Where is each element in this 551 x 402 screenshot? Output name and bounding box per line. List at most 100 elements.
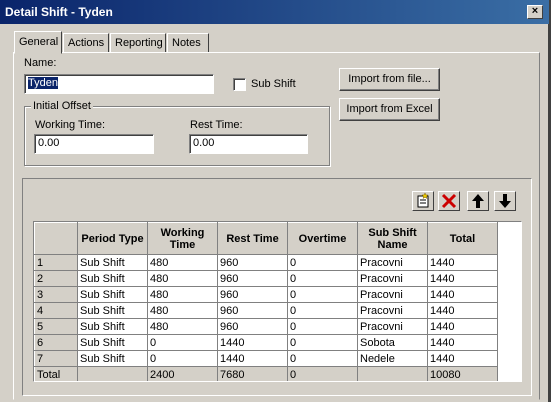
total-cell-period-type <box>77 366 148 381</box>
move-down-button[interactable] <box>494 191 516 211</box>
row-number[interactable]: 7 <box>34 350 78 367</box>
rest-time-input[interactable]: 0.00 <box>189 134 308 154</box>
sub-shift-label: Sub Shift <box>251 78 296 90</box>
working-time-value: 0.00 <box>38 137 60 149</box>
cell-overtime[interactable]: 0 <box>287 286 358 303</box>
delete-icon <box>441 193 457 209</box>
cell-sub-shift-name[interactable]: Pracovni <box>357 254 428 271</box>
cell-sub-shift-name[interactable]: Pracovni <box>357 318 428 335</box>
close-icon: × <box>531 5 539 17</box>
cell-total[interactable]: 1440 <box>427 318 498 335</box>
tab-reporting[interactable]: Reporting <box>110 33 166 53</box>
cell-working[interactable]: 480 <box>147 318 218 335</box>
cell-total[interactable]: 1440 <box>427 334 498 351</box>
cell-period-type[interactable]: Sub Shift <box>77 334 148 351</box>
rest-time-value: 0.00 <box>193 137 215 149</box>
total-row: Total 2400 7680 0 10080 <box>34 366 498 381</box>
cell-overtime[interactable]: 0 <box>287 270 358 287</box>
cell-period-type[interactable]: Sub Shift <box>77 286 148 303</box>
title-bar: Detail Shift - Tyden × <box>0 0 549 24</box>
table-row[interactable]: 6 Sub Shift 0 1440 0 Sobota 1440 <box>34 334 498 351</box>
cell-total[interactable]: 1440 <box>427 286 498 303</box>
cell-total[interactable]: 1440 <box>427 270 498 287</box>
total-cell-rest: 7680 <box>217 366 288 381</box>
cell-total[interactable]: 1440 <box>427 254 498 271</box>
cell-rest[interactable]: 960 <box>217 254 288 271</box>
cell-working[interactable]: 0 <box>147 334 218 351</box>
cell-total[interactable]: 1440 <box>427 302 498 319</box>
table-header-row: Period Type Working Time Rest Time Overt… <box>34 222 498 255</box>
cell-rest[interactable]: 1440 <box>217 350 288 367</box>
cell-working[interactable]: 0 <box>147 350 218 367</box>
new-row-button[interactable] <box>412 191 434 211</box>
cell-overtime[interactable]: 0 <box>287 318 358 335</box>
tab-notes-label: Notes <box>172 37 201 49</box>
column-header-period-type[interactable]: Period Type <box>77 222 148 255</box>
move-up-button[interactable] <box>467 191 489 211</box>
total-cell-sub-shift-name <box>357 366 428 381</box>
column-header-overtime[interactable]: Overtime <box>287 222 358 255</box>
cell-rest[interactable]: 960 <box>217 318 288 335</box>
column-header-sub-shift-name[interactable]: Sub Shift Name <box>357 222 428 255</box>
cell-overtime[interactable]: 0 <box>287 334 358 351</box>
tab-notes[interactable]: Notes <box>167 33 209 53</box>
table-row[interactable]: 1 Sub Shift 480 960 0 Pracovni 1440 <box>34 254 498 271</box>
import-from-file-button[interactable]: Import from file... <box>339 68 440 91</box>
cell-sub-shift-name[interactable]: Sobota <box>357 334 428 351</box>
cell-period-type[interactable]: Sub Shift <box>77 350 148 367</box>
cell-sub-shift-name[interactable]: Pracovni <box>357 270 428 287</box>
cell-rest[interactable]: 960 <box>217 270 288 287</box>
table-row[interactable]: 5 Sub Shift 480 960 0 Pracovni 1440 <box>34 318 498 335</box>
cell-period-type[interactable]: Sub Shift <box>77 302 148 319</box>
table-row[interactable]: 2 Sub Shift 480 960 0 Pracovni 1440 <box>34 270 498 287</box>
column-header-total[interactable]: Total <box>427 222 498 255</box>
tab-general-label: General <box>19 36 59 48</box>
detail-shift-window: Detail Shift - Tyden × General Actions R… <box>0 0 549 402</box>
cell-rest[interactable]: 1440 <box>217 334 288 351</box>
tab-actions[interactable]: Actions <box>63 33 109 53</box>
cell-period-type[interactable]: Sub Shift <box>77 318 148 335</box>
sub-shift-checkbox[interactable] <box>233 78 246 91</box>
total-cell-working: 2400 <box>147 366 218 381</box>
working-time-input[interactable]: 0.00 <box>34 134 154 154</box>
column-header-working-time[interactable]: Working Time <box>147 222 218 255</box>
periods-grid[interactable]: Period Type Working Time Rest Time Overt… <box>33 221 522 382</box>
cell-sub-shift-name[interactable]: Pracovni <box>357 286 428 303</box>
initial-offset-legend: Initial Offset <box>31 100 93 112</box>
table-row[interactable]: 4 Sub Shift 480 960 0 Pracovni 1440 <box>34 302 498 319</box>
name-label: Name: <box>24 57 57 69</box>
move-down-icon <box>499 194 511 208</box>
row-number[interactable]: 4 <box>34 302 78 319</box>
cell-working[interactable]: 480 <box>147 286 218 303</box>
cell-rest[interactable]: 960 <box>217 302 288 319</box>
cell-sub-shift-name[interactable]: Nedele <box>357 350 428 367</box>
row-number[interactable]: 2 <box>34 270 78 287</box>
table-row[interactable]: 3 Sub Shift 480 960 0 Pracovni 1440 <box>34 286 498 303</box>
cell-period-type[interactable]: Sub Shift <box>77 254 148 271</box>
total-label: Total <box>34 366 78 381</box>
import-from-excel-button[interactable]: Import from Excel <box>339 98 440 121</box>
window-title: Detail Shift - Tyden <box>5 5 113 19</box>
working-time-label: Working Time: <box>35 119 106 131</box>
cell-rest[interactable]: 960 <box>217 286 288 303</box>
cell-total[interactable]: 1440 <box>427 350 498 367</box>
cell-overtime[interactable]: 0 <box>287 254 358 271</box>
close-button[interactable]: × <box>527 5 543 19</box>
row-number[interactable]: 5 <box>34 318 78 335</box>
row-number[interactable]: 1 <box>34 254 78 271</box>
row-number[interactable]: 6 <box>34 334 78 351</box>
cell-sub-shift-name[interactable]: Pracovni <box>357 302 428 319</box>
delete-row-button[interactable] <box>438 191 460 211</box>
row-number[interactable]: 3 <box>34 286 78 303</box>
name-input[interactable]: Tyden <box>24 74 214 94</box>
cell-working[interactable]: 480 <box>147 302 218 319</box>
tab-reporting-label: Reporting <box>115 37 163 49</box>
cell-overtime[interactable]: 0 <box>287 350 358 367</box>
cell-working[interactable]: 480 <box>147 270 218 287</box>
cell-period-type[interactable]: Sub Shift <box>77 270 148 287</box>
tab-general[interactable]: General <box>14 31 62 54</box>
table-row[interactable]: 7 Sub Shift 0 1440 0 Nedele 1440 <box>34 350 498 367</box>
cell-overtime[interactable]: 0 <box>287 302 358 319</box>
column-header-rest-time[interactable]: Rest Time <box>217 222 288 255</box>
cell-working[interactable]: 480 <box>147 254 218 271</box>
